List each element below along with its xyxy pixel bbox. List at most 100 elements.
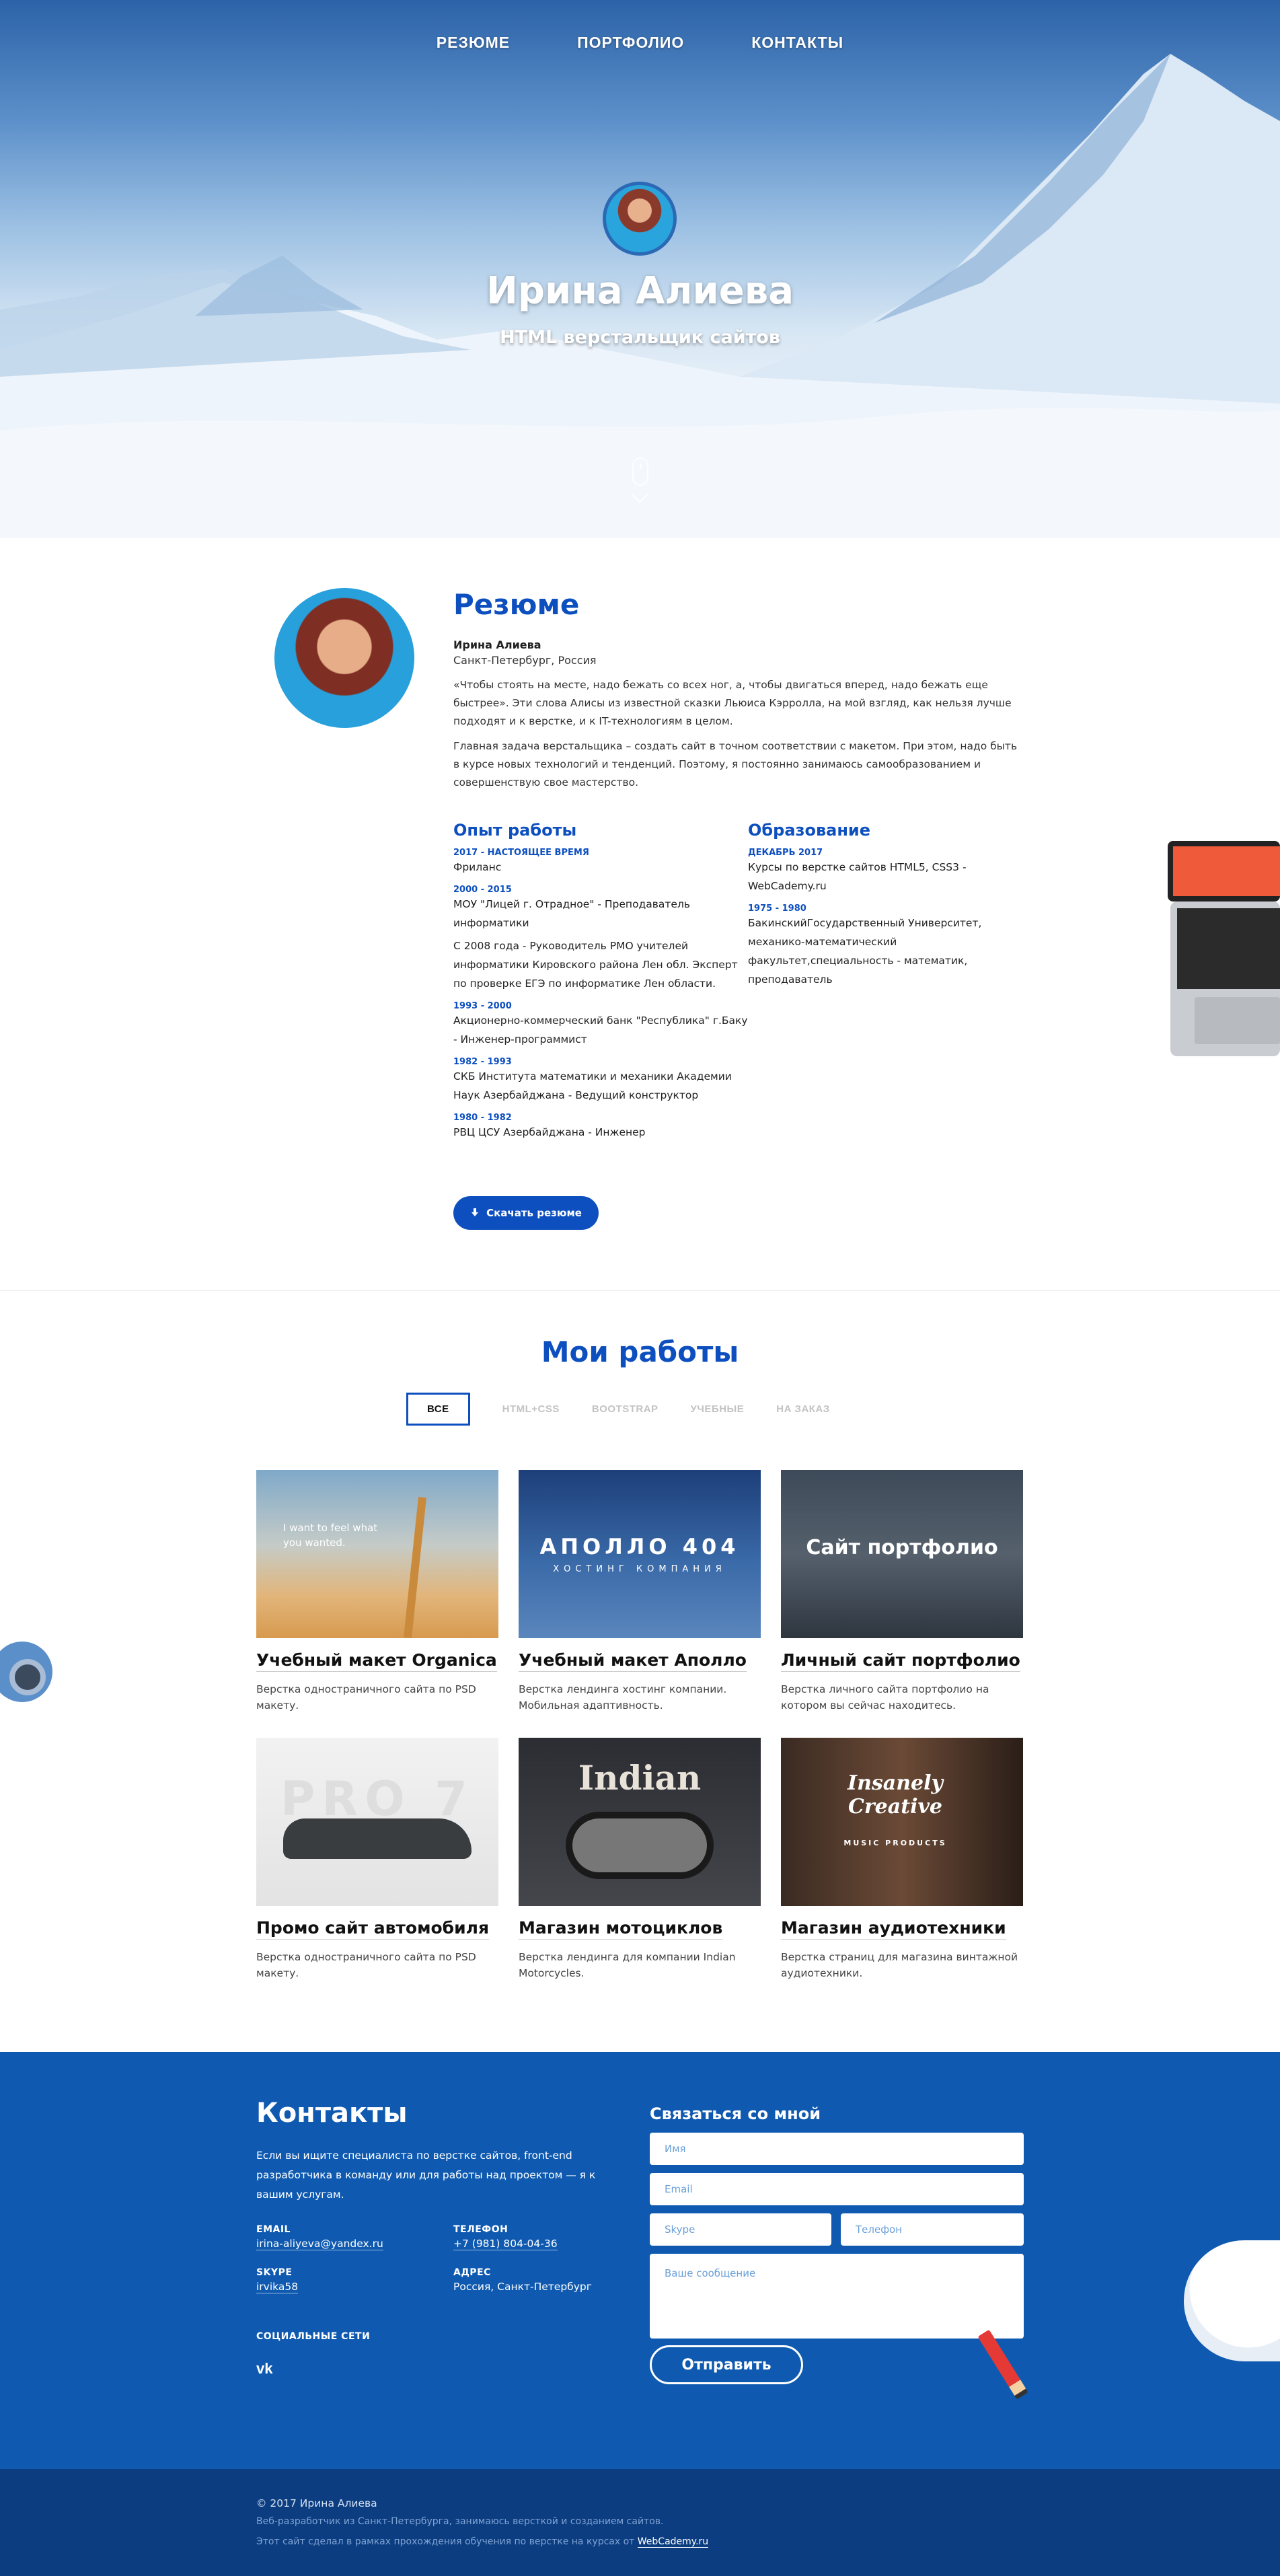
entry-date: 2017 - НАСТОЯЩЕЕ ВРЕМЯ <box>453 848 589 858</box>
resume-paragraph: Главная задача верстальщика – создать са… <box>453 740 1018 788</box>
contact-email: EMAIL irina-aliyeva@yandex.ru <box>256 2224 383 2250</box>
thumb-caption: I want to feel what you wanted. <box>283 1522 378 1549</box>
entry-date: 1982 - 1993 <box>453 1057 512 1067</box>
nav-contacts[interactable]: КОНТАКТЫ <box>751 34 843 52</box>
card-title[interactable]: Промо сайт автомобиля <box>256 1918 490 1940</box>
card-title[interactable]: Личный сайт портфолио <box>781 1650 1020 1672</box>
entry-text: С 2008 года - Руководитель РМО учителей … <box>453 940 738 990</box>
education-title: Образование <box>748 821 871 840</box>
works-title: Мои работы <box>541 1335 739 1368</box>
footer-about: Веб-разработчик из Санкт-Петербурга, зан… <box>256 2516 664 2527</box>
send-button[interactable]: Отправить <box>650 2345 803 2384</box>
experience-entry: 1993 - 2000 Акционерно-коммерческий банк… <box>453 1001 748 1049</box>
experience-entry: 1980 - 1982 РВЦ ЦСУ Азербайджана - Инжен… <box>453 1113 748 1142</box>
card-description: Верстка одностраничного сайта по PSD мак… <box>256 1951 476 1979</box>
contact-skype: SKYPE irvika58 <box>256 2267 299 2293</box>
portfolio-card[interactable]: PRO 7 Промо сайт автомобиля Верстка одно… <box>256 1738 498 1981</box>
entry-text: МОУ "Лицей г. Отрадное" - Преподаватель … <box>453 898 691 929</box>
thumb-subcaption: MUSIC PRODUCTS <box>843 1839 947 1847</box>
education-entry: ДЕКАБРЬ 2017 Курсы по верстке сайтов HTM… <box>748 848 1017 895</box>
resume-paragraph: «Чтобы стоять на месте, надо бежать со в… <box>453 679 1012 727</box>
card-thumbnail[interactable]: Insanely Creative MUSIC PRODUCTS <box>781 1738 1023 1906</box>
phone-label: ТЕЛЕФОН <box>453 2224 509 2235</box>
footer-copyright: © 2017 Ирина Алиева <box>256 2497 377 2509</box>
filter-bootstrap[interactable]: BOOTSTRAP <box>592 1403 658 1415</box>
resume-name: Ирина Алиева <box>453 638 541 651</box>
mouse-scroll-icon[interactable] <box>632 457 648 486</box>
address-label: АДРЕС <box>453 2267 491 2278</box>
card-title[interactable]: Учебный макет Аполло <box>519 1650 747 1672</box>
portfolio-card[interactable]: Insanely Creative MUSIC PRODUCTS Магазин… <box>781 1738 1023 1981</box>
laptop-decoration <box>1168 841 1280 1056</box>
contact-address: АДРЕС Россия, Санкт-Петербург <box>453 2267 592 2293</box>
wheat-image <box>404 1496 426 1638</box>
experience-entry: 1982 - 1993 СКБ Института математики и м… <box>453 1057 748 1105</box>
resume-city: Санкт-Петербург, Россия <box>453 654 597 667</box>
card-thumbnail[interactable]: АПОЛЛО 404 ХОСТИНГ КОМПАНИЯ <box>519 1470 761 1638</box>
nav-resume[interactable]: РЕЗЮМЕ <box>437 34 510 52</box>
hero-section: РЕЗЮМЕ ПОРТФОЛИО КОНТАКТЫ Ирина Алиева H… <box>0 0 1280 538</box>
download-icon <box>470 1208 480 1218</box>
car-image <box>283 1818 472 1859</box>
portfolio-card[interactable]: Сайт портфолио Личный сайт портфолио Вер… <box>781 1470 1023 1714</box>
name-input[interactable]: Имя <box>650 2133 1024 2165</box>
webcademy-link[interactable]: WebCademy.ru <box>637 2536 709 2548</box>
experience-column: Опыт работы 2017 - НАСТОЯЩЕЕ ВРЕМЯ Фрила… <box>453 821 748 1142</box>
experience-entry: 2000 - 2015 МОУ "Лицей г. Отрадное" - Пр… <box>453 885 748 993</box>
thumb-caption: АПОЛЛО 404 <box>539 1534 740 1559</box>
filter-study[interactable]: УЧЕБНЫЕ <box>691 1403 745 1415</box>
thumb-caption: Indian <box>578 1758 702 1798</box>
resume-columns: Опыт работы 2017 - НАСТОЯЩЕЕ ВРЕМЯ Фрила… <box>453 821 1018 1142</box>
card-thumbnail[interactable]: I want to feel what you wanted. <box>256 1470 498 1638</box>
filter-custom[interactable]: НА ЗАКАЗ <box>776 1403 829 1415</box>
card-description: Верстка лендинга хостинг компании. Мобил… <box>519 1683 727 1712</box>
resume-avatar <box>274 588 414 728</box>
card-description: Верстка одностраничного сайта по PSD мак… <box>256 1683 476 1712</box>
card-title[interactable]: Магазин мотоциклов <box>519 1918 723 1940</box>
phone-input[interactable]: Телефон <box>841 2213 1024 2246</box>
phone-link[interactable]: +7 (981) 804-04-36 <box>453 2238 558 2250</box>
experience-title: Опыт работы <box>453 821 577 840</box>
thumb-subcaption: ХОСТИНГ КОМПАНИЯ <box>553 1564 726 1574</box>
entry-date: 1975 - 1980 <box>748 904 806 914</box>
download-resume-button[interactable]: Скачать резюме <box>453 1196 599 1230</box>
card-thumbnail[interactable]: Сайт портфолио <box>781 1470 1023 1638</box>
education-entry: 1975 - 1980 БакинскийГосударственный Уни… <box>748 904 1017 989</box>
entry-date: 2000 - 2015 <box>453 885 512 895</box>
filter-all[interactable]: ВСЕ <box>406 1393 470 1426</box>
card-description: Верстка страниц для магазина винтажной а… <box>781 1951 1018 1979</box>
email-input[interactable]: Email <box>650 2173 1024 2205</box>
main-nav: РЕЗЮМЕ ПОРТФОЛИО КОНТАКТЫ <box>0 34 1280 52</box>
portfolio-card[interactable]: АПОЛЛО 404 ХОСТИНГ КОМПАНИЯ Учебный маке… <box>519 1470 761 1714</box>
nav-portfolio[interactable]: ПОРТФОЛИО <box>577 34 684 52</box>
portfolio-card[interactable]: Indian Магазин мотоциклов Верстка лендин… <box>519 1738 761 1981</box>
email-link[interactable]: irina-aliyeva@yandex.ru <box>256 2238 383 2250</box>
entry-text: РВЦ ЦСУ Азербайджана - Инженер <box>453 1126 646 1138</box>
filter-html-css[interactable]: HTML+CSS <box>502 1403 560 1415</box>
resume-section: Резюме Ирина Алиева Санкт-Петербург, Рос… <box>453 588 1018 792</box>
thumb-caption: Сайт портфолио <box>806 1536 998 1559</box>
entry-text: БакинскийГосударственный Университет, ме… <box>748 917 982 986</box>
entry-text: Акционерно-коммерческий банк "Республика… <box>453 1015 748 1045</box>
contacts-title: Контакты <box>256 2098 408 2129</box>
resume-title: Резюме <box>453 588 580 621</box>
portfolio-card[interactable]: I want to feel what you wanted. Учебный … <box>256 1470 498 1714</box>
card-title[interactable]: Учебный макет Organica <box>256 1650 497 1672</box>
skype-label: SKYPE <box>256 2267 293 2278</box>
card-title[interactable]: Магазин аудиотехники <box>781 1918 1006 1940</box>
entry-date: ДЕКАБРЬ 2017 <box>748 848 823 858</box>
card-thumbnail[interactable]: Indian <box>519 1738 761 1906</box>
contacts-section <box>0 2052 1280 2469</box>
hero-avatar <box>603 182 677 256</box>
card-thumbnail[interactable]: PRO 7 <box>256 1738 498 1906</box>
entry-text: Фриланс <box>453 861 502 873</box>
section-divider <box>0 1290 1280 1291</box>
social-label: СОЦИАЛЬНЫЕ СЕТИ <box>256 2331 371 2342</box>
card-description: Верстка личного сайта портфолио на котор… <box>781 1683 989 1712</box>
skype-input[interactable]: Skype <box>650 2213 831 2246</box>
download-label: Скачать резюме <box>486 1207 582 1219</box>
vk-icon[interactable]: vk <box>256 2360 272 2378</box>
skype-link[interactable]: irvika58 <box>256 2281 299 2293</box>
address-value: Россия, Санкт-Петербург <box>453 2281 592 2293</box>
message-textarea[interactable]: Ваше сообщение <box>650 2254 1024 2339</box>
